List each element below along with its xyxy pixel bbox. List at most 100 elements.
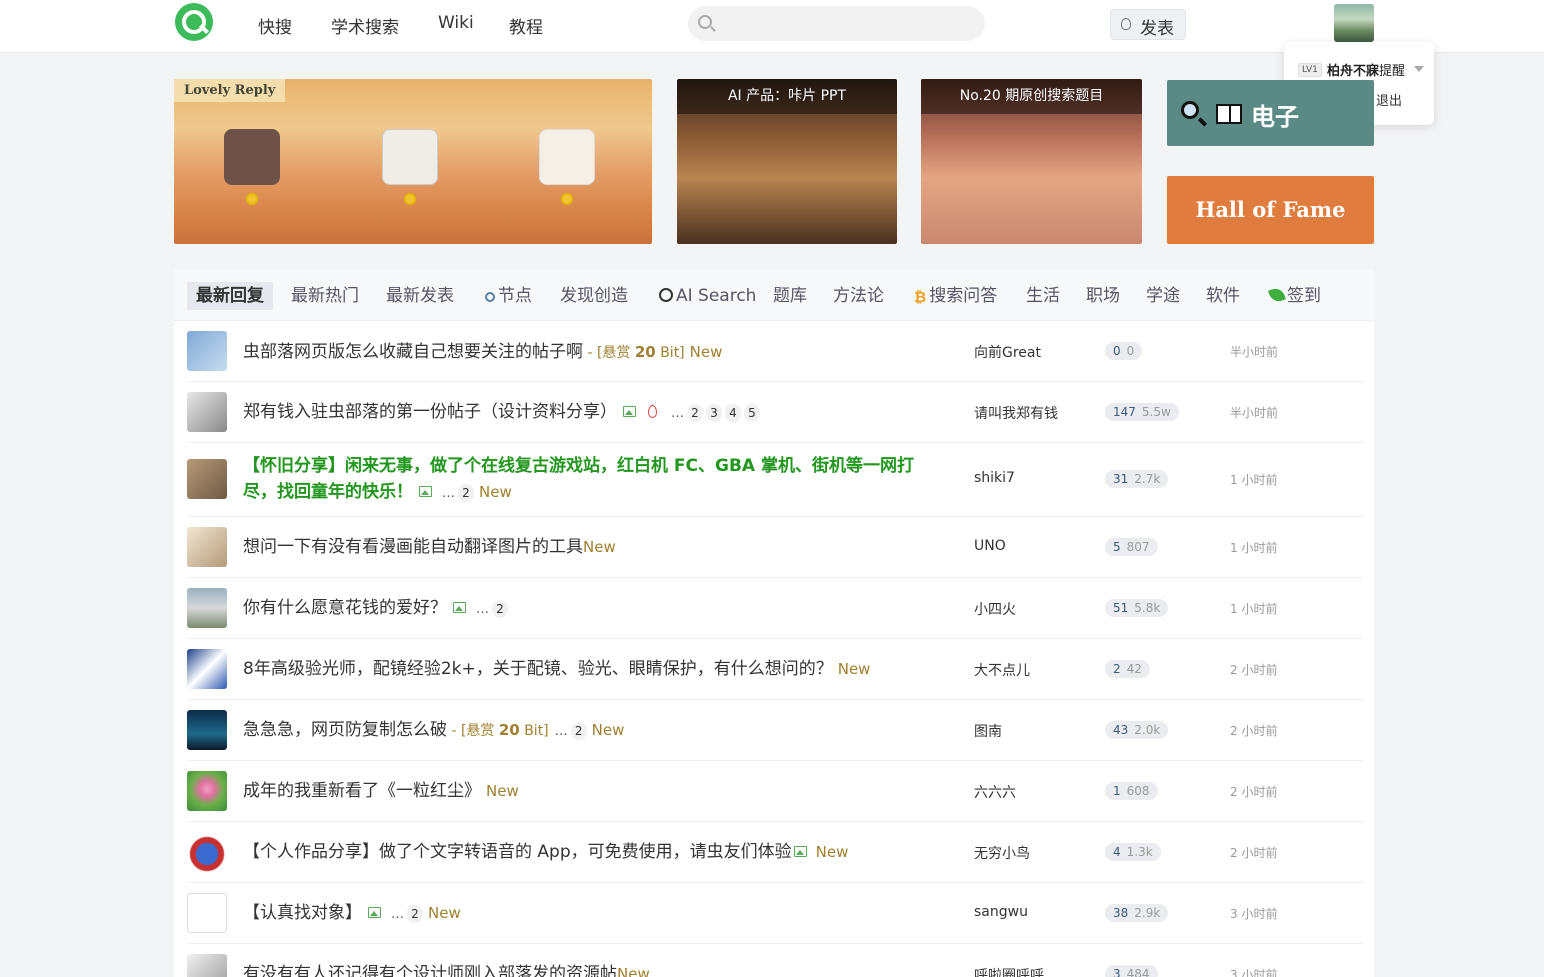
tab-ai-search[interactable]: AI Search bbox=[659, 282, 756, 310]
category-tabs: 最新回复 最新热门 最新发表 节点 发现创造 AI Search 题库 方法论 … bbox=[174, 269, 1374, 321]
view-count: 5.8k bbox=[1134, 601, 1161, 615]
topic-author[interactable]: 呼啦圈呼呼 bbox=[974, 965, 1044, 977]
chevron-down-icon[interactable] bbox=[1414, 66, 1424, 72]
site-logo[interactable] bbox=[175, 3, 213, 41]
avatar[interactable] bbox=[187, 893, 227, 933]
topic-title[interactable]: 成年的我重新看了《一粒红尘》 New bbox=[243, 778, 943, 804]
avatar[interactable] bbox=[187, 771, 227, 811]
view-count: 0 bbox=[1126, 344, 1135, 358]
tab-life[interactable]: 生活 bbox=[1026, 282, 1060, 310]
tab-discover[interactable]: 发现创造 bbox=[560, 282, 628, 310]
bounty-prefix: - [悬赏 bbox=[583, 345, 635, 361]
tab-nodes[interactable]: 节点 bbox=[485, 282, 532, 310]
lightbulb-icon bbox=[1121, 18, 1131, 30]
topic-time: 1 小时前 bbox=[1230, 602, 1278, 616]
nav-tutorial[interactable]: 教程 bbox=[509, 13, 543, 38]
topic-title[interactable]: 有没有有人还记得有个设计师刚入部落发的资源帖New bbox=[243, 961, 943, 977]
tab-software[interactable]: 软件 bbox=[1206, 282, 1240, 310]
avatar[interactable] bbox=[187, 392, 227, 432]
topic-title[interactable]: 想问一下有没有看漫画能自动翻译图片的工具New bbox=[243, 534, 943, 560]
level-badge: LV1 bbox=[1298, 63, 1322, 77]
search-puzzle-banner[interactable]: No.20 期原创搜索题目 bbox=[921, 79, 1142, 244]
topic-time: 2 小时前 bbox=[1230, 663, 1278, 677]
tab-study[interactable]: 学途 bbox=[1146, 282, 1180, 310]
medal-icon bbox=[561, 193, 573, 205]
avatar[interactable] bbox=[187, 649, 227, 689]
page-link[interactable]: 2 bbox=[458, 484, 474, 502]
ai-product-banner[interactable]: AI 产品：咔片 PPT bbox=[677, 79, 897, 244]
topic-title[interactable]: 【认真找对象】 … 2 New bbox=[243, 900, 943, 928]
banner-avatar[interactable] bbox=[382, 129, 438, 185]
reply-count: 3 bbox=[1113, 967, 1121, 977]
topic-title[interactable]: 郑有钱入驻虫部落的第一份帖子（设计资料分享） … 2 3 4 5 bbox=[243, 399, 943, 427]
page-link[interactable]: 3 bbox=[706, 404, 722, 422]
avatar[interactable] bbox=[187, 588, 227, 628]
topic-title[interactable]: 急急急，网页防复制怎么破 - [悬赏 20 Bit] … 2 New bbox=[243, 717, 943, 745]
logout-link[interactable]: 退出 bbox=[1376, 90, 1402, 109]
remind-link[interactable]: 提醒 bbox=[1379, 60, 1405, 79]
page-link[interactable]: 2 bbox=[407, 905, 423, 923]
lovely-reply-banner[interactable]: Lovely Reply bbox=[174, 79, 652, 244]
topic-title[interactable]: 你有什么愿意花钱的爱好？ … 2 bbox=[243, 595, 943, 623]
ebook-banner[interactable]: 电子 bbox=[1167, 80, 1374, 146]
reply-view-count: 147 5.5w bbox=[1105, 403, 1179, 421]
bounty-tag: - [悬赏 20 Bit] bbox=[583, 343, 684, 361]
page-link[interactable]: 2 bbox=[687, 404, 703, 422]
tab-search-qa[interactable]: ₿ 搜索问答 bbox=[914, 282, 997, 310]
post-button[interactable]: 发表 bbox=[1110, 9, 1186, 40]
tab-checkin[interactable]: 签到 bbox=[1268, 282, 1321, 310]
username-link[interactable]: 柏舟不寐 bbox=[1327, 60, 1379, 79]
topic-author[interactable]: shiki7 bbox=[974, 470, 1015, 486]
reply-view-count: 5 807 bbox=[1105, 538, 1158, 556]
page-link[interactable]: 2 bbox=[492, 600, 508, 618]
search-input[interactable] bbox=[722, 6, 972, 41]
hall-of-fame-banner[interactable]: Hall of Fame bbox=[1167, 176, 1374, 244]
reply-view-count: 2 42 bbox=[1105, 660, 1150, 678]
topic-author[interactable]: 请叫我郑有钱 bbox=[974, 403, 1058, 423]
avatar[interactable] bbox=[187, 954, 227, 977]
tab-question-bank[interactable]: 题库 bbox=[773, 282, 807, 310]
topic-author[interactable]: UNO bbox=[974, 538, 1006, 554]
topic-author[interactable]: 大不点儿 bbox=[974, 660, 1030, 680]
lovely-reply-tag: Lovely Reply bbox=[174, 79, 286, 102]
topic-title[interactable]: 【个人作品分享】做了个文字转语音的 App，可免费使用，请虫友们体验 New bbox=[243, 839, 943, 865]
topic-author[interactable]: sangwu bbox=[974, 904, 1028, 920]
topic-title[interactable]: 8年高级验光师，配镜经验2k+，关于配镜、验光、眼睛保护，有什么想问的？ New bbox=[243, 656, 943, 682]
topic-author[interactable]: 六六六 bbox=[974, 782, 1016, 802]
topic-title-text: 成年的我重新看了《一粒红尘》 bbox=[243, 781, 481, 801]
tab-methodology[interactable]: 方法论 bbox=[833, 282, 884, 310]
page-link[interactable]: 4 bbox=[725, 404, 741, 422]
nav-quick-search[interactable]: 快搜 bbox=[258, 13, 292, 38]
nav-academic-search[interactable]: 学术搜索 bbox=[331, 13, 399, 38]
topic-title[interactable]: 虫部落网页版怎么收藏自己想要关注的帖子啊 - [悬赏 20 Bit] New bbox=[243, 339, 943, 366]
topic-title-text: 【怀旧分享】闲来无事，做了个在线复古游戏站，红白机 FC、GBA 掌机、街机等一… bbox=[243, 456, 914, 502]
tab-hot[interactable]: 最新热门 bbox=[291, 282, 359, 310]
topic-time: 2 小时前 bbox=[1230, 846, 1278, 860]
page-link[interactable]: 2 bbox=[570, 722, 587, 740]
nav-wiki[interactable]: Wiki bbox=[438, 13, 474, 33]
new-tag: New bbox=[428, 904, 461, 922]
topic-title-text: 【个人作品分享】做了个文字转语音的 App，可免费使用，请虫友们体验 bbox=[243, 842, 792, 862]
page-link[interactable]: 5 bbox=[744, 404, 760, 422]
topic-author[interactable]: 向前Great bbox=[974, 342, 1041, 362]
avatar[interactable] bbox=[187, 527, 227, 567]
post-button-label: 发表 bbox=[1140, 19, 1174, 39]
tab-latest-post[interactable]: 最新发表 bbox=[386, 282, 454, 310]
tab-career[interactable]: 职场 bbox=[1086, 282, 1120, 310]
new-tag: New bbox=[479, 483, 512, 501]
tab-latest-reply[interactable]: 最新回复 bbox=[187, 282, 273, 310]
topic-author[interactable]: 无穷小鸟 bbox=[974, 843, 1030, 863]
user-avatar[interactable] bbox=[1334, 4, 1374, 42]
topic-time: 3 小时前 bbox=[1230, 907, 1278, 921]
topic-title[interactable]: 【怀旧分享】闲来无事，做了个在线复古游戏站，红白机 FC、GBA 掌机、街机等一… bbox=[243, 453, 933, 507]
avatar[interactable] bbox=[187, 459, 227, 499]
node-icon bbox=[485, 292, 495, 302]
topic-row: 【个人作品分享】做了个文字转语音的 App，可免费使用，请虫友们体验 New 无穷… bbox=[187, 822, 1363, 883]
topic-author[interactable]: 小四火 bbox=[974, 599, 1016, 619]
avatar[interactable] bbox=[187, 710, 227, 750]
topic-author[interactable]: 图南 bbox=[974, 721, 1002, 741]
banner-avatar[interactable] bbox=[224, 129, 280, 185]
banner-avatar[interactable] bbox=[539, 129, 595, 185]
avatar[interactable] bbox=[187, 331, 227, 371]
avatar[interactable] bbox=[187, 832, 227, 872]
